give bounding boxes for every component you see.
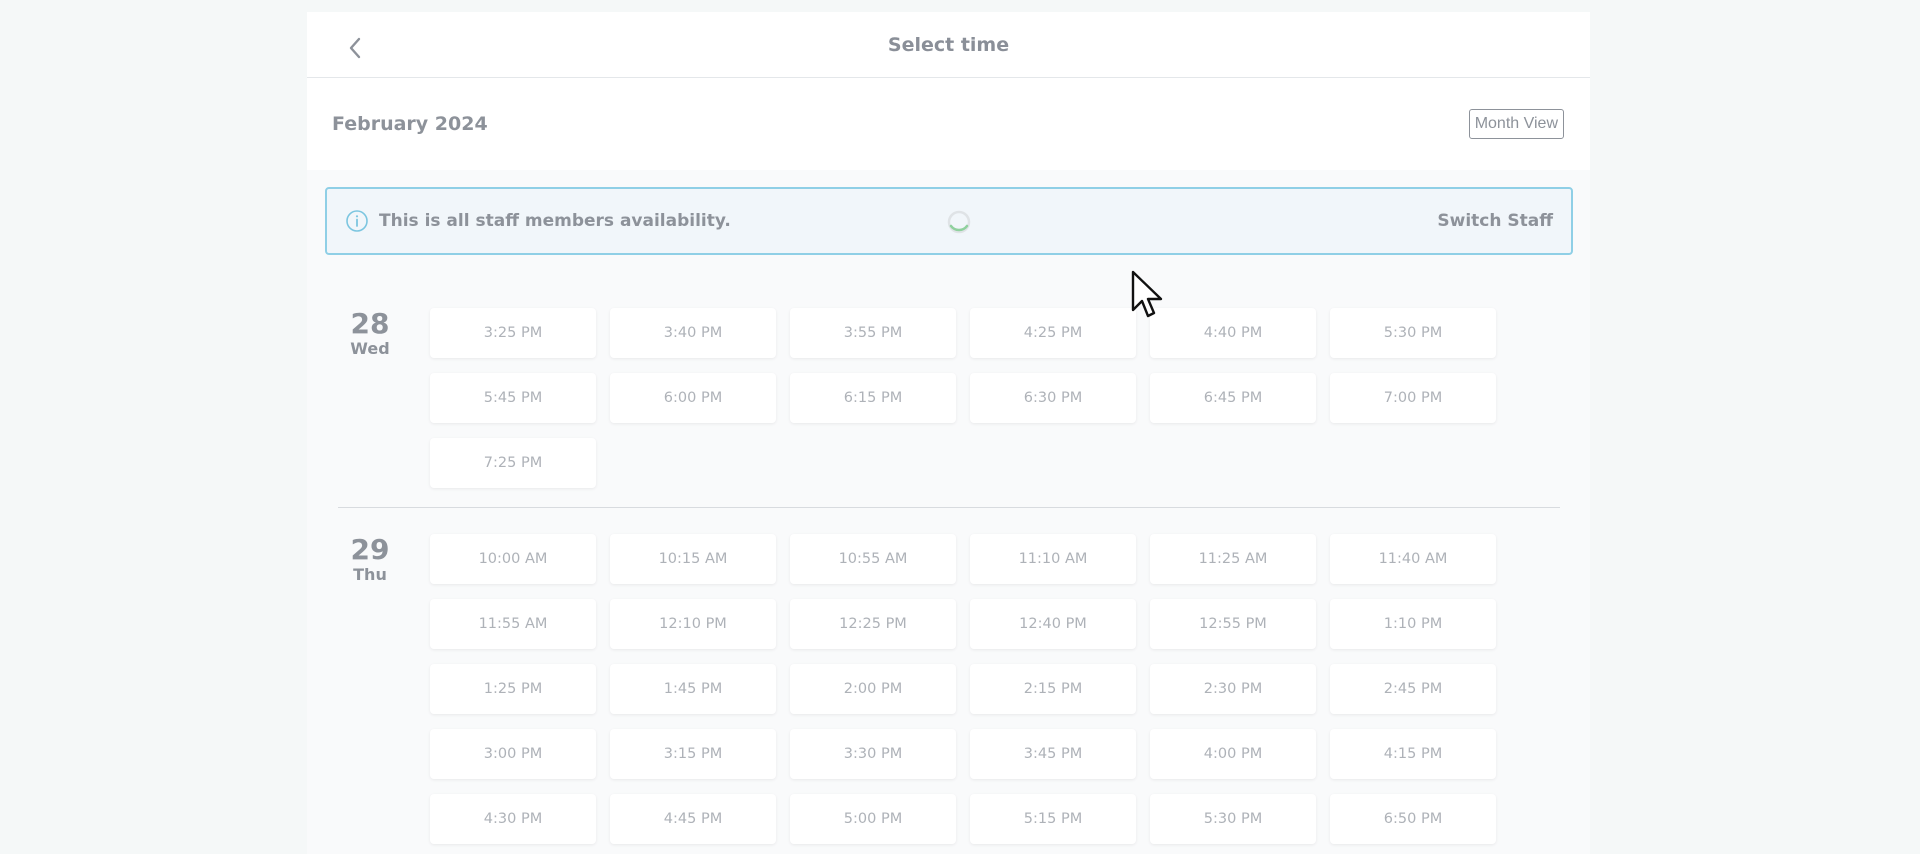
- time-slot-button[interactable]: 11:40 AM: [1330, 534, 1496, 584]
- availability-text: This is all staff members availability.: [379, 211, 731, 231]
- time-slot-button[interactable]: 4:30 PM: [430, 794, 596, 844]
- switch-staff-button[interactable]: Switch Staff: [1437, 211, 1553, 231]
- time-slot-button[interactable]: 10:00 AM: [430, 534, 596, 584]
- time-slot-button[interactable]: 6:45 PM: [1150, 373, 1316, 423]
- time-slot-button[interactable]: 1:10 PM: [1330, 599, 1496, 649]
- time-slot-button[interactable]: 3:40 PM: [610, 308, 776, 358]
- time-slot-button[interactable]: 5:15 PM: [970, 794, 1136, 844]
- time-slot-button[interactable]: 6:00 PM: [610, 373, 776, 423]
- time-slot-button[interactable]: 6:30 PM: [970, 373, 1136, 423]
- time-slot-button[interactable]: 3:55 PM: [790, 308, 956, 358]
- day-label: 29 Thu: [338, 534, 402, 584]
- loading-spinner-icon: [947, 210, 971, 234]
- day-divider: [338, 507, 1560, 508]
- time-slot-button[interactable]: 12:55 PM: [1150, 599, 1316, 649]
- page-title: Select time: [887, 33, 1010, 56]
- time-slot-button[interactable]: 5:00 PM: [790, 794, 956, 844]
- time-slot-button[interactable]: 1:45 PM: [610, 664, 776, 714]
- header: Select time: [307, 12, 1590, 78]
- time-slot-button[interactable]: 3:25 PM: [430, 308, 596, 358]
- month-view-button[interactable]: Month View: [1468, 109, 1564, 139]
- time-slot-button[interactable]: 2:30 PM: [1150, 664, 1316, 714]
- time-slot-button[interactable]: 6:50 PM: [1330, 794, 1496, 844]
- time-slots-grid: 10:00 AM 10:15 AM 10:55 AM 11:10 AM 11:25 AM…: [430, 534, 1496, 844]
- time-slot-button[interactable]: 12:25 PM: [790, 599, 956, 649]
- time-slot-button[interactable]: 11:55 AM: [430, 599, 596, 649]
- time-slot-button[interactable]: 10:15 AM: [610, 534, 776, 584]
- time-slot-button[interactable]: 12:10 PM: [610, 599, 776, 649]
- month-bar: February 2024 Month View: [307, 78, 1590, 170]
- back-button[interactable]: [337, 30, 373, 66]
- time-slot-button[interactable]: 3:15 PM: [610, 729, 776, 779]
- time-slot-button[interactable]: 2:00 PM: [790, 664, 956, 714]
- time-slot-button[interactable]: 12:40 PM: [970, 599, 1136, 649]
- time-slot-button[interactable]: 6:15 PM: [790, 373, 956, 423]
- day-number: 29: [350, 533, 390, 566]
- day-name: Thu: [353, 565, 387, 584]
- time-slot-button[interactable]: 4:25 PM: [970, 308, 1136, 358]
- time-slot-button[interactable]: 10:55 AM: [790, 534, 956, 584]
- time-slot-button[interactable]: 5:45 PM: [430, 373, 596, 423]
- time-slot-button[interactable]: 4:40 PM: [1150, 308, 1316, 358]
- time-slot-button[interactable]: 5:30 PM: [1150, 794, 1316, 844]
- time-slot-button[interactable]: 4:45 PM: [610, 794, 776, 844]
- chevron-left-icon: [349, 37, 361, 59]
- day-name: Wed: [350, 339, 390, 358]
- info-icon: [345, 209, 369, 233]
- time-slot-button[interactable]: 2:15 PM: [970, 664, 1136, 714]
- mouse-cursor-icon: [1131, 270, 1163, 318]
- time-slot-button[interactable]: 4:00 PM: [1150, 729, 1316, 779]
- time-slot-button[interactable]: 4:15 PM: [1330, 729, 1496, 779]
- time-slot-button[interactable]: 11:10 AM: [970, 534, 1136, 584]
- time-slot-button[interactable]: 11:25 AM: [1150, 534, 1316, 584]
- time-slot-button[interactable]: 3:45 PM: [970, 729, 1136, 779]
- time-selection-panel: Select time February 2024 Month View Thi…: [307, 12, 1590, 854]
- staff-availability-banner: This is all staff members availability. …: [325, 187, 1573, 255]
- time-slot-button[interactable]: 1:25 PM: [430, 664, 596, 714]
- time-slot-button[interactable]: 5:30 PM: [1330, 308, 1496, 358]
- time-slots-grid: 3:25 PM 3:40 PM 3:55 PM 4:25 PM 4:40 PM 5:30 …: [430, 308, 1496, 488]
- month-label: February 2024: [332, 113, 488, 135]
- time-slot-button[interactable]: 2:45 PM: [1330, 664, 1496, 714]
- time-slot-button[interactable]: 3:30 PM: [790, 729, 956, 779]
- time-slot-button[interactable]: 7:00 PM: [1330, 373, 1496, 423]
- time-slot-button[interactable]: 3:00 PM: [430, 729, 596, 779]
- day-label: 28 Wed: [338, 308, 402, 358]
- day-number: 28: [350, 307, 390, 340]
- time-slot-button[interactable]: 7:25 PM: [430, 438, 596, 488]
